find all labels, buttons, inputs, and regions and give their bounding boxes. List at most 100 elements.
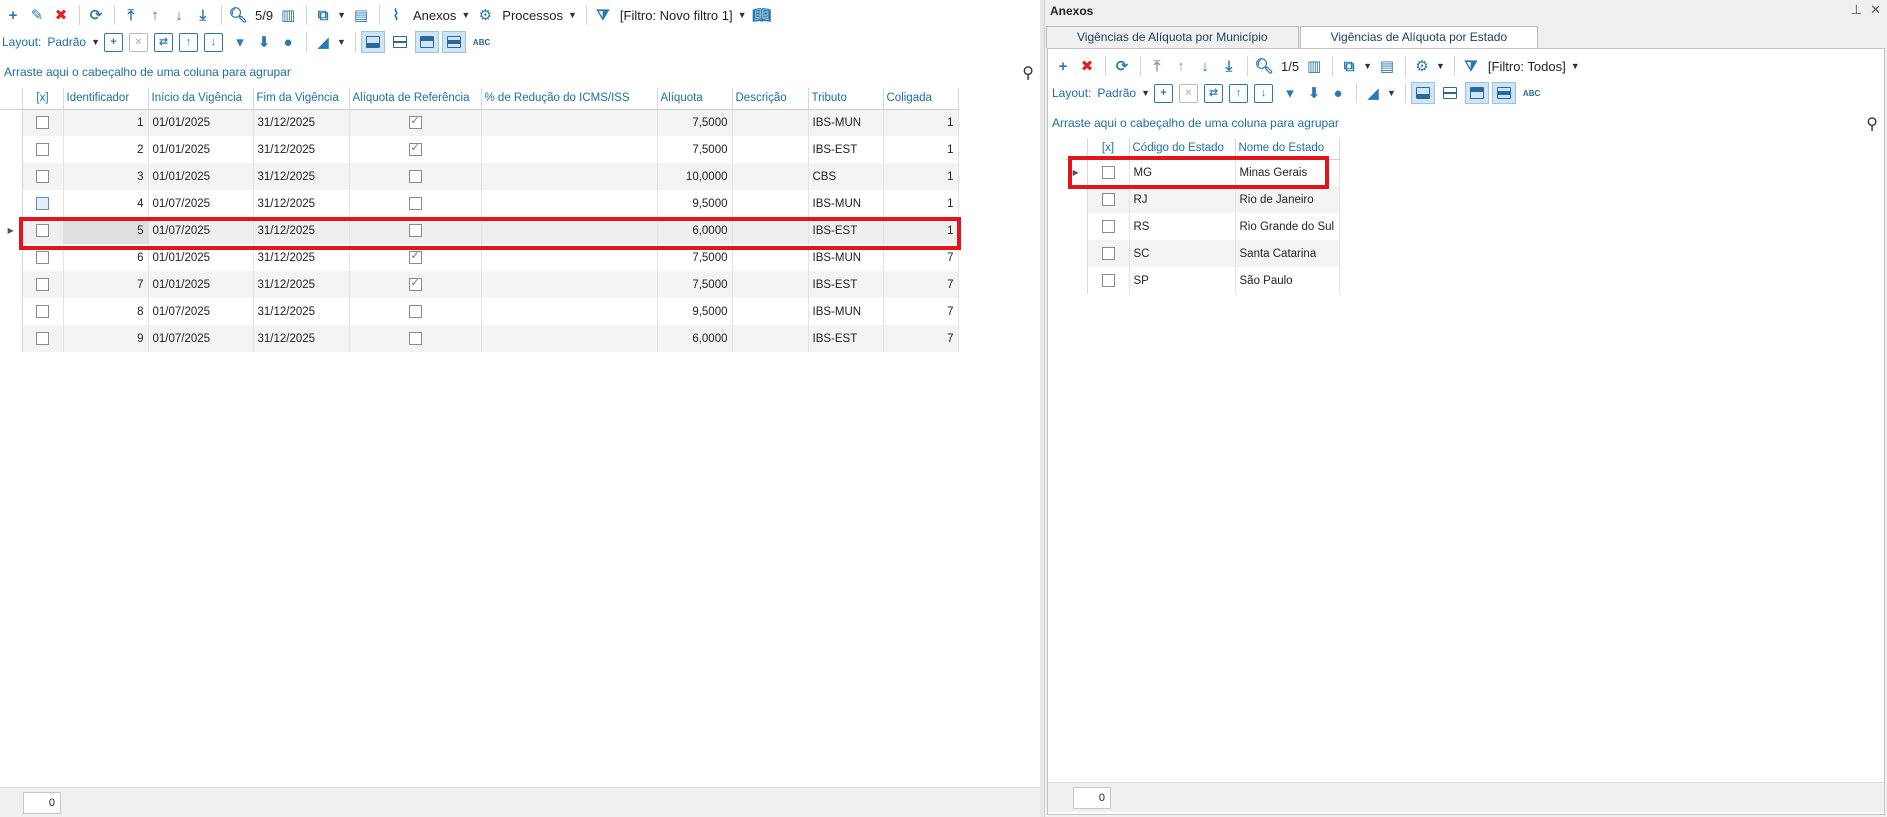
- column-header-inicio-vigencia[interactable]: Início da Vigência: [148, 88, 254, 110]
- group-drop-area[interactable]: Arraste aqui o cabeçalho de uma coluna p…: [1048, 111, 1884, 135]
- checkbox[interactable]: [408, 114, 422, 130]
- delete-icon[interactable]: ✖: [1076, 55, 1098, 77]
- table-row[interactable]: 3 01/01/2025 31/12/2025 10,0000 CBS 1: [0, 163, 959, 190]
- add-icon[interactable]: +: [1052, 55, 1074, 77]
- row-select-checkbox[interactable]: [1087, 213, 1130, 240]
- table-row[interactable]: 4 01/07/2025 31/12/2025 9,5000 IBS-MUN 1: [0, 190, 959, 217]
- column-header-descricao[interactable]: Descrição: [732, 88, 809, 110]
- checkbox[interactable]: [408, 305, 422, 318]
- column-header-fim-vigencia[interactable]: Fim da Vigência: [253, 88, 350, 110]
- table-row[interactable]: 8 01/07/2025 31/12/2025 9,5000 IBS-MUN 7: [0, 298, 959, 325]
- checkbox[interactable]: [1101, 274, 1115, 287]
- search-icon[interactable]: ⚲: [1866, 114, 1878, 134]
- row-select-checkbox[interactable]: [1087, 240, 1130, 267]
- columns-icon[interactable]: ▥: [277, 4, 299, 26]
- table-row[interactable]: 101/01/202531/12/20257,5000IBS-MUN1: [0, 109, 959, 136]
- refresh-icon[interactable]: ⟳: [85, 4, 107, 26]
- expand-all-icon[interactable]: +: [1154, 83, 1173, 103]
- group-icon[interactable]: ⇄: [154, 32, 173, 52]
- column-header-aliquota-referencia[interactable]: Alíquota de Referência: [349, 88, 482, 110]
- table-row[interactable]: RJ Rio de Janeiro: [1065, 186, 1340, 213]
- filter-icon[interactable]: ⧩: [1460, 55, 1482, 77]
- processos-menu[interactable]: Processos: [502, 8, 563, 23]
- table-row[interactable]: SP São Paulo: [1065, 267, 1340, 294]
- report-icon[interactable]: ▤: [350, 4, 372, 26]
- close-icon[interactable]: ✕: [1870, 2, 1881, 17]
- row-select-checkbox[interactable]: [22, 298, 64, 325]
- row-select-checkbox[interactable]: [22, 271, 64, 298]
- move-up-icon[interactable]: ↑: [179, 32, 198, 52]
- layout-fill-icon[interactable]: [441, 31, 466, 53]
- last-record-icon[interactable]: ⤓: [1218, 55, 1240, 77]
- tab-vigencias-municipio[interactable]: Vigências de Alíquota por Município: [1046, 26, 1299, 48]
- filter-selector[interactable]: [Filtro: Todos]: [1488, 59, 1566, 74]
- column-header-nome-estado[interactable]: Nome do Estado: [1235, 138, 1340, 160]
- paint-icon[interactable]: ▾: [1279, 82, 1301, 104]
- checkbox[interactable]: [408, 197, 422, 210]
- checkbox[interactable]: [408, 249, 422, 264]
- paint-icon[interactable]: ▾: [229, 31, 251, 53]
- column-header-aliquota[interactable]: Alíquota: [657, 88, 733, 110]
- layout-split-icon[interactable]: [388, 31, 412, 53]
- checkbox[interactable]: [408, 332, 422, 345]
- layout-bottom-icon[interactable]: [360, 31, 385, 53]
- gear-icon[interactable]: ⚙: [474, 4, 496, 26]
- paperclip-icon[interactable]: ⌇: [385, 4, 407, 26]
- move-down-icon[interactable]: ↓: [204, 32, 223, 52]
- move-up-icon[interactable]: ↑: [1229, 83, 1248, 103]
- delete-icon[interactable]: ✖: [50, 4, 72, 26]
- color-icon[interactable]: ●: [277, 31, 299, 53]
- checkbox[interactable]: [36, 332, 49, 345]
- row-select-checkbox[interactable]: [22, 109, 64, 136]
- previous-record-icon[interactable]: ↑: [144, 4, 166, 26]
- filter-selector[interactable]: [Filtro: Novo filtro 1]: [620, 8, 733, 23]
- table-row[interactable]: 701/01/202531/12/20257,5000IBS-EST7: [0, 271, 959, 298]
- report-icon[interactable]: ▤: [1376, 55, 1398, 77]
- column-header-tributo[interactable]: Tributo: [808, 88, 884, 110]
- chevron-down-icon[interactable]: ▼: [1141, 88, 1150, 98]
- checkbox[interactable]: [1101, 166, 1115, 180]
- chevron-down-icon[interactable]: ▼: [568, 10, 577, 20]
- table-row[interactable]: ▶ 5 01/07/2025 31/12/2025 6,0000 IBS-EST 1: [0, 217, 959, 244]
- row-select-checkbox[interactable]: [1087, 159, 1130, 186]
- first-record-icon[interactable]: ⤒: [120, 4, 142, 26]
- checkbox[interactable]: [1101, 220, 1115, 233]
- layout-fill-icon[interactable]: [1491, 82, 1516, 104]
- chevron-down-icon[interactable]: ▼: [1387, 88, 1396, 98]
- checkbox[interactable]: [36, 143, 49, 156]
- refresh-icon[interactable]: ⟳: [1111, 55, 1133, 77]
- tab-vigencias-estado[interactable]: Vigências de Alíquota por Estado: [1299, 26, 1539, 49]
- checkbox[interactable]: [36, 197, 49, 210]
- column-header-identificador[interactable]: Identificador: [63, 88, 149, 110]
- chevron-down-icon[interactable]: ▼: [1571, 61, 1580, 71]
- chart-icon[interactable]: ◢: [312, 31, 334, 53]
- row-select-checkbox[interactable]: [1087, 267, 1130, 294]
- next-record-icon[interactable]: ↓: [1194, 55, 1216, 77]
- table-row[interactable]: ▶ MG Minas Gerais: [1065, 159, 1340, 186]
- layout-preset-dropdown[interactable]: Padrão: [1097, 86, 1136, 100]
- table-row[interactable]: 601/01/202531/12/2025 7,5000 IBS-MUN7: [0, 244, 959, 271]
- layout-split-icon[interactable]: [1438, 82, 1462, 104]
- group-icon[interactable]: ⇄: [1204, 83, 1223, 103]
- color-icon[interactable]: ●: [1327, 82, 1349, 104]
- chevron-down-icon[interactable]: ▼: [91, 37, 100, 47]
- layout-top-icon[interactable]: [1464, 82, 1489, 104]
- move-down-icon[interactable]: ↓: [1254, 83, 1273, 103]
- export-icon[interactable]: ⧉: [312, 4, 334, 26]
- checkbox[interactable]: [36, 224, 49, 237]
- table-row[interactable]: SC Santa Catarina: [1065, 240, 1340, 267]
- spellcheck-icon[interactable]: ABC: [473, 38, 490, 47]
- columns-icon[interactable]: ▥: [1303, 55, 1325, 77]
- chevron-down-icon[interactable]: ▼: [337, 37, 346, 47]
- last-record-icon[interactable]: ⤓: [192, 4, 214, 26]
- chevron-down-icon[interactable]: ▼: [461, 10, 470, 20]
- checkbox[interactable]: [36, 305, 49, 318]
- search-icon[interactable]: 🔍︎: [227, 4, 249, 26]
- chevron-down-icon[interactable]: ▼: [1436, 61, 1445, 71]
- table-row[interactable]: 201/01/202531/12/2025 7,5000 IBS-EST1: [0, 136, 959, 163]
- table-row[interactable]: 9 01/07/2025 31/12/2025 6,0000 IBS-EST 7: [0, 325, 959, 352]
- expand-all-icon[interactable]: +: [104, 32, 123, 52]
- edit-icon[interactable]: ✎: [26, 4, 48, 26]
- group-drop-area[interactable]: Arraste aqui o cabeçalho de uma coluna p…: [0, 60, 1040, 84]
- pin-icon[interactable]: ⊥: [1851, 2, 1862, 17]
